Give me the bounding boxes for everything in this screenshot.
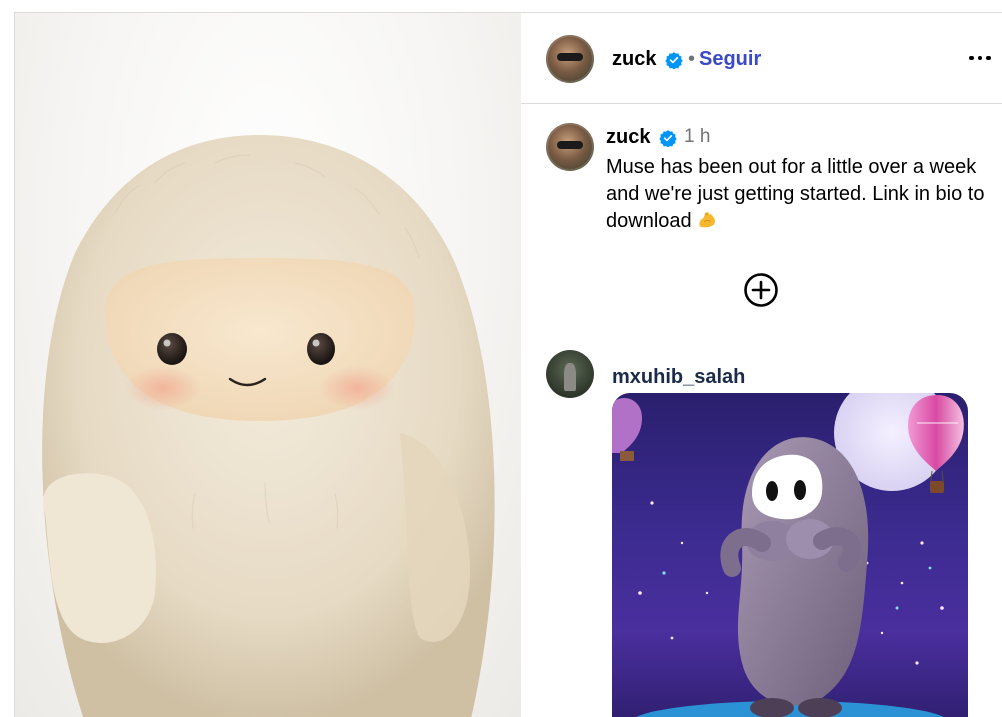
circle-plus-icon[interactable] [743,272,779,308]
verified-badge-icon [659,130,677,147]
follow-button[interactable]: Seguir [699,48,761,71]
separator-dot: • [688,48,696,70]
caption-text-block: Muse has been out for a little over a we… [606,154,1001,235]
caption-author-avatar[interactable] [546,123,594,171]
flexed-biceps-emoji-icon [699,212,715,228]
author-avatar[interactable] [546,35,594,83]
more-options-icon[interactable] [965,43,995,73]
fluffy-creature-illustration [42,135,495,717]
author-username[interactable]: zuck [612,48,656,71]
post-media-image[interactable] [15,13,521,717]
avatar-ring [546,35,594,83]
avatar-ring [546,123,594,171]
post-header: zuck • Seguir [521,13,1002,104]
verified-badge-icon [665,52,683,69]
fall-guys-bean-gif [612,393,964,717]
dot-2 [977,55,983,61]
post-side-panel: zuck • Seguir zuck 1 h Muse has been out [521,13,1002,717]
comment-gif-attachment[interactable] [612,393,968,717]
commenter-avatar[interactable] [546,350,594,398]
caption-username[interactable]: zuck [606,126,650,149]
dot-3 [986,55,991,61]
caption-text: Muse has been out for a little over a we… [606,156,985,232]
commenter-username[interactable]: mxuhib_salah [612,366,745,389]
post-timestamp[interactable]: 1 h [684,126,710,148]
post-dialog: zuck • Seguir zuck 1 h Muse has been out [14,12,1002,717]
dot-1 [969,55,974,61]
figure-shape [564,363,576,392]
